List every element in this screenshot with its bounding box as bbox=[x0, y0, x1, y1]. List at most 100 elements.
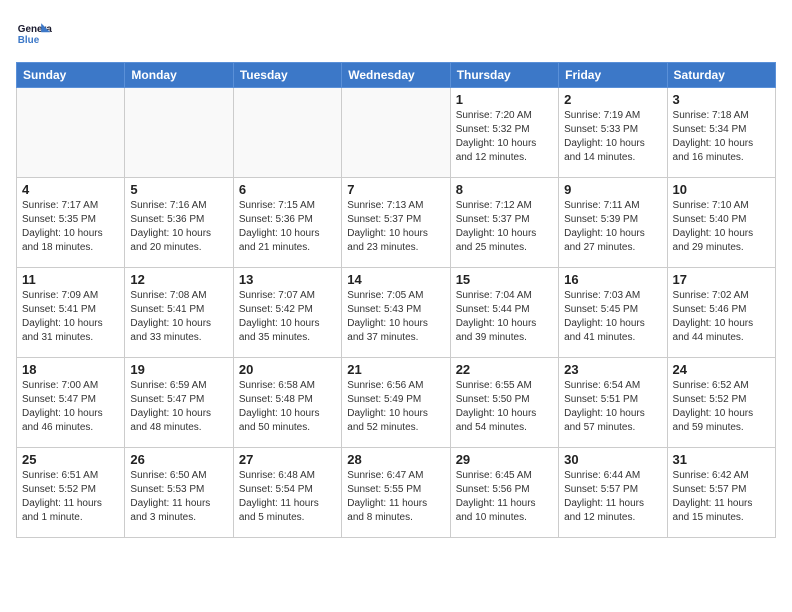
day-info: Sunrise: 6:44 AM Sunset: 5:57 PM Dayligh… bbox=[564, 469, 661, 525]
week-row-4: 18 Sunrise: 7:00 AM Sunset: 5:47 PM Dayli… bbox=[17, 358, 776, 448]
day-number: 31 bbox=[673, 452, 770, 467]
calendar-cell: 30Sunrise: 6:44 AM Sunset: 5:57 PM Dayli… bbox=[559, 448, 667, 538]
col-header-saturday: Saturday bbox=[667, 63, 775, 88]
col-header-thursday: Thursday bbox=[450, 63, 558, 88]
calendar-cell: 20 Sunrise: 6:58 AM Sunset: 5:48 PM Dayli… bbox=[233, 358, 341, 448]
calendar-cell: 19 Sunrise: 6:59 AM Sunset: 5:47 PM Dayli… bbox=[125, 358, 233, 448]
day-number: 17 bbox=[673, 272, 770, 287]
day-info: Sunrise: 6:54 AM Sunset: 5:51 PM Dayligh… bbox=[564, 379, 661, 435]
day-info: Sunrise: 6:58 AM Sunset: 5:48 PM Dayligh… bbox=[239, 379, 336, 435]
day-info: Sunrise: 6:51 AM Sunset: 5:52 PM Dayligh… bbox=[22, 469, 119, 525]
col-header-wednesday: Wednesday bbox=[342, 63, 450, 88]
day-info: Sunrise: 7:10 AM Sunset: 5:40 PM Dayligh… bbox=[673, 199, 770, 255]
day-info: Sunrise: 6:45 AM Sunset: 5:56 PM Dayligh… bbox=[456, 469, 553, 525]
day-number: 27 bbox=[239, 452, 336, 467]
week-row-1: 1 Sunrise: 7:20 AM Sunset: 5:32 PM Daylig… bbox=[17, 88, 776, 178]
day-info: Sunrise: 7:07 AM Sunset: 5:42 PM Dayligh… bbox=[239, 289, 336, 345]
calendar-cell: 24 Sunrise: 6:52 AM Sunset: 5:52 PM Dayli… bbox=[667, 358, 775, 448]
day-number: 7 bbox=[347, 182, 444, 197]
calendar-cell: 17Sunrise: 7:02 AM Sunset: 5:46 PM Dayli… bbox=[667, 268, 775, 358]
day-number: 21 bbox=[347, 362, 444, 377]
calendar-cell: 26 Sunrise: 6:50 AM Sunset: 5:53 PM Dayli… bbox=[125, 448, 233, 538]
day-number: 13 bbox=[239, 272, 336, 287]
logo-icon: General Blue bbox=[16, 16, 52, 52]
day-number: 16 bbox=[564, 272, 661, 287]
calendar-cell: 4 Sunrise: 7:17 AM Sunset: 5:35 PM Daylig… bbox=[17, 178, 125, 268]
day-info: Sunrise: 7:13 AM Sunset: 5:37 PM Dayligh… bbox=[347, 199, 444, 255]
calendar-cell bbox=[17, 88, 125, 178]
col-header-tuesday: Tuesday bbox=[233, 63, 341, 88]
calendar-cell: 13 Sunrise: 7:07 AM Sunset: 5:42 PM Dayli… bbox=[233, 268, 341, 358]
day-info: Sunrise: 7:17 AM Sunset: 5:35 PM Dayligh… bbox=[22, 199, 119, 255]
day-number: 12 bbox=[130, 272, 227, 287]
day-info: Sunrise: 7:18 AM Sunset: 5:34 PM Dayligh… bbox=[673, 109, 770, 165]
day-info: Sunrise: 6:42 AM Sunset: 5:57 PM Dayligh… bbox=[673, 469, 770, 525]
calendar-cell: 8 Sunrise: 7:12 AM Sunset: 5:37 PM Daylig… bbox=[450, 178, 558, 268]
calendar-cell: 25 Sunrise: 6:51 AM Sunset: 5:52 PM Dayli… bbox=[17, 448, 125, 538]
calendar-cell: 12 Sunrise: 7:08 AM Sunset: 5:41 PM Dayli… bbox=[125, 268, 233, 358]
calendar-cell: 27 Sunrise: 6:48 AM Sunset: 5:54 PM Dayli… bbox=[233, 448, 341, 538]
day-info: Sunrise: 6:47 AM Sunset: 5:55 PM Dayligh… bbox=[347, 469, 444, 525]
day-number: 3 bbox=[673, 92, 770, 107]
day-number: 29 bbox=[456, 452, 553, 467]
day-number: 8 bbox=[456, 182, 553, 197]
calendar-cell: 23 Sunrise: 6:54 AM Sunset: 5:51 PM Dayli… bbox=[559, 358, 667, 448]
day-info: Sunrise: 7:20 AM Sunset: 5:32 PM Dayligh… bbox=[456, 109, 553, 165]
day-number: 9 bbox=[564, 182, 661, 197]
calendar-cell: 22Sunrise: 6:55 AM Sunset: 5:50 PM Dayli… bbox=[450, 358, 558, 448]
day-info: Sunrise: 7:00 AM Sunset: 5:47 PM Dayligh… bbox=[22, 379, 119, 435]
day-info: Sunrise: 7:04 AM Sunset: 5:44 PM Dayligh… bbox=[456, 289, 553, 345]
day-number: 14 bbox=[347, 272, 444, 287]
day-number: 1 bbox=[456, 92, 553, 107]
day-number: 19 bbox=[130, 362, 227, 377]
day-number: 10 bbox=[673, 182, 770, 197]
day-number: 6 bbox=[239, 182, 336, 197]
calendar-cell: 18 Sunrise: 7:00 AM Sunset: 5:47 PM Dayli… bbox=[17, 358, 125, 448]
day-info: Sunrise: 7:09 AM Sunset: 5:41 PM Dayligh… bbox=[22, 289, 119, 345]
calendar-cell: 15 Sunrise: 7:04 AM Sunset: 5:44 PM Dayli… bbox=[450, 268, 558, 358]
col-header-monday: Monday bbox=[125, 63, 233, 88]
week-row-5: 25 Sunrise: 6:51 AM Sunset: 5:52 PM Dayli… bbox=[17, 448, 776, 538]
calendar-cell: 10 Sunrise: 7:10 AM Sunset: 5:40 PM Dayli… bbox=[667, 178, 775, 268]
day-number: 5 bbox=[130, 182, 227, 197]
col-header-sunday: Sunday bbox=[17, 63, 125, 88]
day-info: Sunrise: 7:15 AM Sunset: 5:36 PM Dayligh… bbox=[239, 199, 336, 255]
day-number: 24 bbox=[673, 362, 770, 377]
calendar-cell: 6 Sunrise: 7:15 AM Sunset: 5:36 PM Daylig… bbox=[233, 178, 341, 268]
day-number: 2 bbox=[564, 92, 661, 107]
day-number: 20 bbox=[239, 362, 336, 377]
calendar-cell: 14 Sunrise: 7:05 AM Sunset: 5:43 PM Dayli… bbox=[342, 268, 450, 358]
calendar-cell bbox=[233, 88, 341, 178]
calendar-cell: 9Sunrise: 7:11 AM Sunset: 5:39 PM Daylig… bbox=[559, 178, 667, 268]
day-number: 23 bbox=[564, 362, 661, 377]
day-info: Sunrise: 6:50 AM Sunset: 5:53 PM Dayligh… bbox=[130, 469, 227, 525]
page-header: General Blue bbox=[16, 16, 776, 52]
day-info: Sunrise: 7:08 AM Sunset: 5:41 PM Dayligh… bbox=[130, 289, 227, 345]
day-number: 18 bbox=[22, 362, 119, 377]
calendar-cell: 11Sunrise: 7:09 AM Sunset: 5:41 PM Dayli… bbox=[17, 268, 125, 358]
col-header-friday: Friday bbox=[559, 63, 667, 88]
calendar-cell: 21 Sunrise: 6:56 AM Sunset: 5:49 PM Dayli… bbox=[342, 358, 450, 448]
week-row-3: 11Sunrise: 7:09 AM Sunset: 5:41 PM Dayli… bbox=[17, 268, 776, 358]
calendar-table: SundayMondayTuesdayWednesdayThursdayFrid… bbox=[16, 62, 776, 538]
calendar-header-row: SundayMondayTuesdayWednesdayThursdayFrid… bbox=[17, 63, 776, 88]
day-info: Sunrise: 7:12 AM Sunset: 5:37 PM Dayligh… bbox=[456, 199, 553, 255]
day-number: 15 bbox=[456, 272, 553, 287]
day-info: Sunrise: 6:56 AM Sunset: 5:49 PM Dayligh… bbox=[347, 379, 444, 435]
calendar-cell: 3 Sunrise: 7:18 AM Sunset: 5:34 PM Daylig… bbox=[667, 88, 775, 178]
day-number: 26 bbox=[130, 452, 227, 467]
calendar-cell: 2 Sunrise: 7:19 AM Sunset: 5:33 PM Daylig… bbox=[559, 88, 667, 178]
calendar-cell: 5 Sunrise: 7:16 AM Sunset: 5:36 PM Daylig… bbox=[125, 178, 233, 268]
calendar-cell: 7 Sunrise: 7:13 AM Sunset: 5:37 PM Daylig… bbox=[342, 178, 450, 268]
day-info: Sunrise: 7:19 AM Sunset: 5:33 PM Dayligh… bbox=[564, 109, 661, 165]
calendar-cell: 1 Sunrise: 7:20 AM Sunset: 5:32 PM Daylig… bbox=[450, 88, 558, 178]
day-info: Sunrise: 6:59 AM Sunset: 5:47 PM Dayligh… bbox=[130, 379, 227, 435]
day-number: 4 bbox=[22, 182, 119, 197]
calendar-cell bbox=[125, 88, 233, 178]
day-info: Sunrise: 6:52 AM Sunset: 5:52 PM Dayligh… bbox=[673, 379, 770, 435]
day-number: 25 bbox=[22, 452, 119, 467]
calendar-cell: 16Sunrise: 7:03 AM Sunset: 5:45 PM Dayli… bbox=[559, 268, 667, 358]
day-info: Sunrise: 7:16 AM Sunset: 5:36 PM Dayligh… bbox=[130, 199, 227, 255]
day-info: Sunrise: 6:48 AM Sunset: 5:54 PM Dayligh… bbox=[239, 469, 336, 525]
day-info: Sunrise: 7:05 AM Sunset: 5:43 PM Dayligh… bbox=[347, 289, 444, 345]
